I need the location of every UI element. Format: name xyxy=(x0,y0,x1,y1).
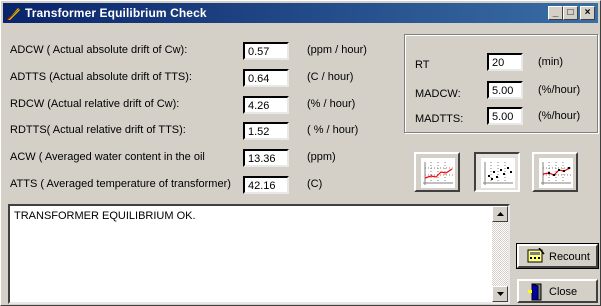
rt-unit: (min) xyxy=(538,56,564,68)
madtts-label: MADTTS: xyxy=(415,113,464,125)
line-scatter-chart-button[interactable] xyxy=(532,152,578,192)
recount-label: Recount xyxy=(549,251,590,263)
atts-unit: (C) xyxy=(307,178,323,190)
scatter-chart-icon xyxy=(481,158,515,188)
rdcw-field[interactable]: 4.26 xyxy=(243,96,289,114)
madtts-unit: (%/hour) xyxy=(538,110,581,122)
adcw-label: ADCW ( Actual absolute drift of Cw): xyxy=(10,44,188,56)
maximize-button[interactable]: □ xyxy=(563,6,578,20)
scroll-up-button[interactable] xyxy=(492,206,508,222)
app-icon xyxy=(7,8,20,20)
result-memo[interactable]: TRANSFORMER EQUILIBRIUM OK. xyxy=(8,204,510,304)
equilibrium-check-window: Transformer Equilibrium Check _ □ × ADCW… xyxy=(0,0,601,306)
rdcw-label: RDCW (Actual relative drift of Cw): xyxy=(10,98,180,110)
adtts-field[interactable]: 0.64 xyxy=(243,69,289,87)
adcw-field[interactable]: 0.57 xyxy=(243,42,289,60)
adcw-unit: (ppm / hour) xyxy=(307,44,367,56)
close-window-button[interactable]: × xyxy=(580,6,595,20)
line-scatter-chart-icon xyxy=(539,158,573,188)
rdtts-label: RDTTS( Actual relative drift of TTS): xyxy=(10,124,186,136)
memo-scrollbar[interactable] xyxy=(492,206,508,302)
arrow-up-icon xyxy=(497,212,504,216)
window-title: Transformer Equilibrium Check xyxy=(25,6,207,20)
acw-field[interactable]: 13.36 xyxy=(243,149,289,167)
maximize-icon: □ xyxy=(567,7,574,18)
minimize-icon: _ xyxy=(552,7,559,18)
close-label: Close xyxy=(549,286,578,298)
acw-unit: (ppm) xyxy=(307,151,336,163)
rdcw-unit: (% / hour) xyxy=(307,98,356,110)
close-button[interactable]: Close xyxy=(517,279,598,303)
madcw-field[interactable]: 5.00 xyxy=(487,81,523,99)
rt-field[interactable]: 20 xyxy=(487,53,523,71)
scatter-chart-button[interactable] xyxy=(474,152,520,192)
adtts-label: ADTTS (Actual absolute drift of TTS): xyxy=(10,71,192,83)
madcw-label: MADCW: xyxy=(415,88,461,100)
calculator-icon xyxy=(527,248,545,263)
line-chart-icon xyxy=(421,158,455,188)
acw-label: ACW ( Averaged water content in the oil xyxy=(10,151,205,163)
close-icon: × xyxy=(584,7,591,18)
arrow-down-icon xyxy=(497,292,504,296)
atts-label: ATTS ( Averaged temperature of transform… xyxy=(10,178,231,190)
rdtts-unit: ( % / hour) xyxy=(307,124,359,136)
rt-label: RT xyxy=(415,59,430,71)
madtts-field[interactable]: 5.00 xyxy=(487,107,523,125)
scroll-down-button[interactable] xyxy=(492,286,508,302)
door-exit-icon xyxy=(528,283,542,301)
madcw-unit: (%/hour) xyxy=(538,84,581,96)
title-bar[interactable]: Transformer Equilibrium Check _ □ × xyxy=(3,3,598,23)
rdtts-field[interactable]: 1.52 xyxy=(243,122,289,140)
atts-field[interactable]: 42.16 xyxy=(243,176,289,194)
recount-button[interactable]: Recount xyxy=(516,243,599,269)
result-text: TRANSFORMER EQUILIBRIUM OK. xyxy=(14,210,196,222)
line-chart-button[interactable] xyxy=(414,152,460,192)
minimize-button[interactable]: _ xyxy=(548,6,563,20)
adtts-unit: (C / hour) xyxy=(307,71,354,83)
